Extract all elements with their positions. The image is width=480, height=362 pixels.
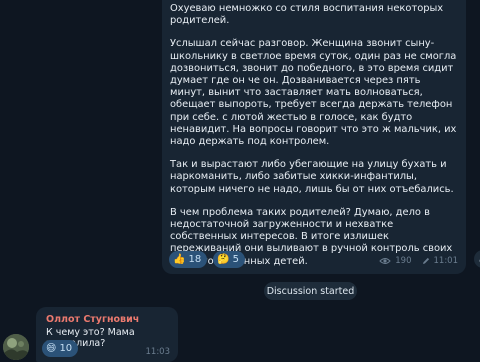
view-count: 190 [395, 256, 412, 266]
reactions-bar: 👍 18 🤔 5 [169, 251, 246, 268]
reaction-count: 10 [59, 343, 73, 354]
reply-message-bubble[interactable]: Оллот Стугнович К чему это? Мама пропали… [36, 307, 178, 362]
avatar[interactable] [3, 334, 29, 360]
reaction-thinking[interactable]: 🤔 5 [213, 251, 246, 268]
thumbs-up-icon: 👍 [173, 254, 186, 265]
reaction-count: 5 [232, 254, 240, 265]
post-text: Охуеваю немножко со стиля воспитания нек… [170, 0, 458, 268]
edited-pen-icon [422, 257, 429, 264]
eye-icon [379, 258, 391, 264]
reaction-count: 18 [188, 254, 202, 265]
share-icon[interactable] [474, 250, 480, 268]
channel-post-bubble: Охуеваю немножко со стиля воспитания нек… [162, 0, 466, 274]
post-time: 11:01 [433, 256, 459, 266]
post-meta: 190 11:01 [379, 256, 458, 266]
reaction-thumbs-up[interactable]: 👍 18 [169, 251, 208, 268]
reply-author[interactable]: Оллот Стугнович [46, 314, 139, 325]
discussion-started-service-message: Discussion started [264, 282, 357, 300]
post-paragraph: Охуеваю немножко со стиля воспитания нек… [170, 3, 444, 27]
post-paragraph: Так и вырастают либо убегающие на улицу … [170, 159, 454, 195]
reaction-laughing[interactable]: 😄 10 [42, 340, 79, 357]
post-paragraph: Услышал сейчас разговор. Женщина звонит … [170, 38, 457, 148]
laughing-face-icon: 😄 [46, 343, 57, 354]
reply-time: 11:03 [145, 347, 171, 357]
avatar-image [3, 334, 29, 360]
thinking-face-icon: 🤔 [217, 254, 230, 265]
